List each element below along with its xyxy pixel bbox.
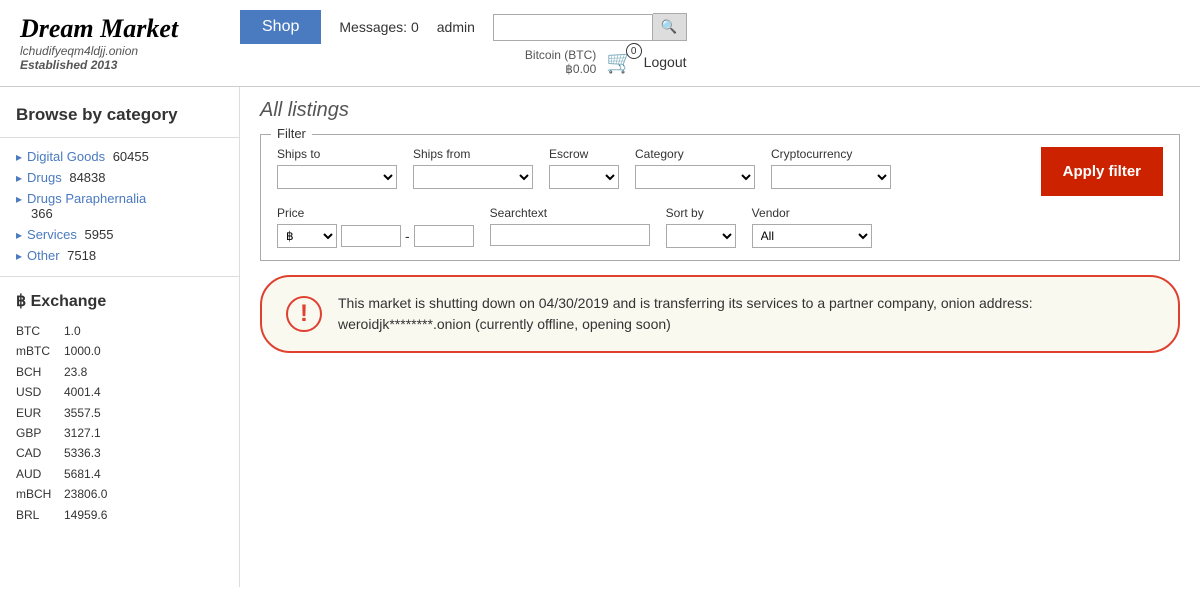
sort-by-select[interactable] <box>666 224 736 248</box>
cart-badge: 0 <box>626 43 642 59</box>
page-title: All listings <box>260 99 1180 122</box>
logo-title: Dream Market <box>20 14 240 44</box>
filter-box: Filter Ships to Ships from Escrow <box>260 134 1180 261</box>
sidebar: Browse by category Digital Goods 60455 D… <box>0 87 240 587</box>
category-select[interactable] <box>635 165 755 189</box>
escrow-label: Escrow <box>549 147 619 161</box>
header-right: Shop Messages: 0 admin 🔍 Bitcoin (BTC) ฿… <box>240 10 687 76</box>
price-max-input[interactable] <box>414 225 474 247</box>
apply-filter-button[interactable]: Apply filter <box>1041 147 1163 196</box>
searchtext-group: Searchtext <box>490 206 650 246</box>
messages-link[interactable]: Messages: 0 <box>339 19 418 35</box>
services-link[interactable]: Services 5955 <box>27 227 113 242</box>
drugs-paraphernalia-link[interactable]: Drugs Paraphernalia 366 <box>27 191 146 221</box>
cryptocurrency-group: Cryptocurrency <box>771 147 891 189</box>
ships-to-select[interactable] <box>277 165 397 189</box>
price-min-input[interactable] <box>341 225 401 247</box>
header: Dream Market lchudifyeqm4ldjj.onion Esta… <box>0 0 1200 87</box>
exchange-row-aud: AUD 5681.4 <box>16 464 223 484</box>
category-group: Category <box>635 147 755 189</box>
sort-by-label: Sort by <box>666 206 736 220</box>
searchtext-label: Searchtext <box>490 206 650 220</box>
filter-top-row: Ships to Ships from Escrow <box>277 147 1163 196</box>
main-layout: Browse by category Digital Goods 60455 D… <box>0 87 1200 587</box>
header-bottom-row: Bitcoin (BTC) ฿0.00 🛒 0 Logout <box>525 48 687 76</box>
search-input[interactable] <box>493 14 653 41</box>
exchange-row-btc: BTC 1.0 <box>16 321 223 341</box>
cart-icon[interactable]: 🛒 0 <box>606 49 633 75</box>
sidebar-item-other[interactable]: Other 7518 <box>0 245 239 266</box>
searchtext-input[interactable] <box>490 224 650 246</box>
search-button[interactable]: 🔍 <box>653 13 687 41</box>
ships-to-label: Ships to <box>277 147 397 161</box>
alert-icon: ! <box>286 296 322 332</box>
exchange-row-bch: BCH 23.8 <box>16 362 223 382</box>
cryptocurrency-select[interactable] <box>771 165 891 189</box>
logo-area: Dream Market lchudifyeqm4ldjj.onion Esta… <box>20 14 240 72</box>
other-link[interactable]: Other 7518 <box>27 248 96 263</box>
exchange-title: ฿ Exchange <box>0 276 239 317</box>
price-label: Price <box>277 206 474 220</box>
logo-estab: Established 2013 <box>20 58 240 72</box>
vendor-select[interactable]: All <box>752 224 872 248</box>
sort-by-group: Sort by <box>666 206 736 248</box>
alert-box: ! This market is shutting down on 04/30/… <box>260 275 1180 353</box>
btc-info: Bitcoin (BTC) ฿0.00 <box>525 48 596 76</box>
logo-subtitle: lchudifyeqm4ldjj.onion <box>20 44 240 58</box>
search-area: 🔍 <box>493 13 687 41</box>
price-dash: - <box>405 228 410 244</box>
exchange-row-mbtc: mBTC 1000.0 <box>16 341 223 361</box>
ships-from-label: Ships from <box>413 147 533 161</box>
exchange-row-brl: BRL 14959.6 <box>16 505 223 525</box>
alert-text: This market is shutting down on 04/30/20… <box>338 293 1154 335</box>
exchange-row-mbch: mBCH 23806.0 <box>16 484 223 504</box>
drugs-link[interactable]: Drugs 84838 <box>27 170 105 185</box>
ships-from-group: Ships from <box>413 147 533 189</box>
content-area: All listings Filter Ships to Ships from <box>240 87 1200 587</box>
filter-bottom-row: Price ฿ - Searchtext Sort by <box>277 206 1163 248</box>
cryptocurrency-label: Cryptocurrency <box>771 147 891 161</box>
ships-to-group: Ships to <box>277 147 397 189</box>
digital-goods-link[interactable]: Digital Goods 60455 <box>27 149 149 164</box>
vendor-label: Vendor <box>752 206 872 220</box>
browse-category-title: Browse by category <box>0 97 239 138</box>
sidebar-item-services[interactable]: Services 5955 <box>0 224 239 245</box>
exchange-row-usd: USD 4001.4 <box>16 382 223 402</box>
sidebar-item-digital-goods[interactable]: Digital Goods 60455 <box>0 146 239 167</box>
shop-button[interactable]: Shop <box>240 10 321 44</box>
price-group: Price ฿ - <box>277 206 474 248</box>
price-currency-select[interactable]: ฿ <box>277 224 337 248</box>
exchange-row-cad: CAD 5336.3 <box>16 443 223 463</box>
exchange-row-eur: EUR 3557.5 <box>16 403 223 423</box>
sidebar-item-drugs[interactable]: Drugs 84838 <box>0 167 239 188</box>
btc-amount: ฿0.00 <box>525 62 596 76</box>
admin-link[interactable]: admin <box>437 19 475 35</box>
btc-label: Bitcoin (BTC) <box>525 48 596 62</box>
escrow-group: Escrow <box>549 147 619 189</box>
price-range: ฿ - <box>277 224 474 248</box>
sidebar-item-drugs-paraphernalia[interactable]: Drugs Paraphernalia 366 <box>0 188 239 224</box>
header-top-row: Shop Messages: 0 admin 🔍 <box>240 10 687 44</box>
logout-link[interactable]: Logout <box>644 54 687 70</box>
exchange-row-gbp: GBP 3127.1 <box>16 423 223 443</box>
exchange-table: BTC 1.0 mBTC 1000.0 BCH 23.8 USD 4001.4 … <box>0 317 239 529</box>
category-label: Category <box>635 147 755 161</box>
vendor-group: Vendor All <box>752 206 872 248</box>
filter-legend: Filter <box>271 126 312 141</box>
escrow-select[interactable] <box>549 165 619 189</box>
ships-from-select[interactable] <box>413 165 533 189</box>
